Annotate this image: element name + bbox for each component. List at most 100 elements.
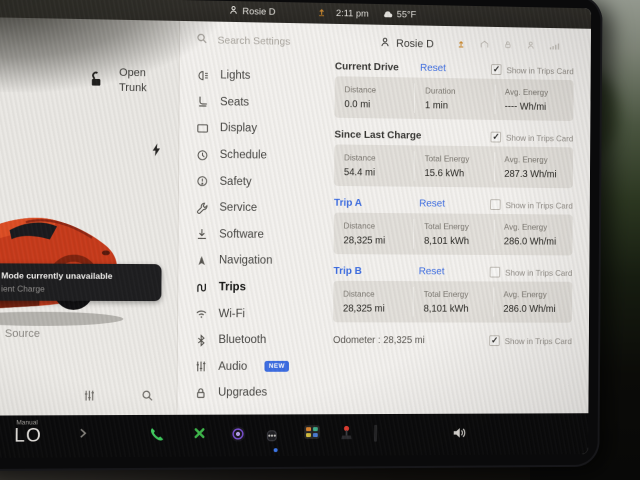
show-in-trips-checkbox[interactable] bbox=[490, 199, 501, 211]
lock-icon[interactable] bbox=[504, 37, 513, 55]
trip-b-link[interactable]: Trip B bbox=[333, 266, 418, 277]
tooltip-title: Mode currently unavailable bbox=[1, 270, 113, 281]
open-trunk-line1: Open bbox=[119, 66, 146, 80]
climate-temp-value: LO bbox=[14, 425, 42, 447]
sidebar-item-label: Software bbox=[219, 228, 264, 241]
software-update-icon[interactable] bbox=[317, 6, 327, 20]
reset-button[interactable]: Reset bbox=[419, 266, 445, 277]
download-icon bbox=[195, 228, 208, 241]
stat-label: Total Energy bbox=[424, 221, 469, 232]
toybox-app-icon[interactable] bbox=[304, 425, 320, 440]
sidebar-item-label: Upgrades bbox=[218, 387, 268, 400]
sidebar-item-software[interactable]: Software bbox=[179, 221, 327, 248]
show-in-trips-checkbox[interactable]: ✓ bbox=[489, 335, 500, 347]
trips-content: Rosie D Current Drive Reset ✓ Show in Tr… bbox=[325, 24, 591, 415]
alert-circle-icon bbox=[196, 175, 209, 188]
stat-value: 286.0 Wh/mi bbox=[503, 303, 556, 315]
stat-value: 0.0 mi bbox=[344, 99, 371, 111]
trip-b-section: Trip B Reset Show in Trips Card Distance… bbox=[333, 262, 572, 323]
reset-button[interactable]: Reset bbox=[420, 63, 446, 74]
outside-temperature: 55°F bbox=[396, 9, 417, 21]
media-equalizer-icon[interactable] bbox=[83, 389, 96, 407]
theater-app-icon[interactable] bbox=[374, 424, 378, 443]
trip-a-section: Trip A Reset Show in Trips Card Distance… bbox=[333, 194, 573, 256]
sidebar-item-lights[interactable]: Lights bbox=[180, 62, 327, 91]
settings-sidebar: Lights Seats Display Schedule Safety Ser… bbox=[177, 21, 327, 415]
current-drive-section: Current Drive Reset ✓ Show in Trips Card … bbox=[334, 57, 574, 122]
show-in-trips-label: Show in Trips Card bbox=[506, 132, 574, 143]
profile-icon bbox=[229, 5, 239, 18]
stat-value: 28,325 mi bbox=[342, 303, 385, 315]
green-x-app-icon[interactable] bbox=[192, 426, 207, 446]
sidebar-item-label: Navigation bbox=[218, 254, 273, 268]
sidebar-item-safety[interactable]: Safety bbox=[179, 168, 327, 196]
media-source-label[interactable]: Source bbox=[5, 328, 40, 340]
stats-card: Distance 28,325 mi Total Energy 8,101 kWh … bbox=[333, 280, 573, 323]
sidebar-item-schedule[interactable]: Schedule bbox=[179, 141, 326, 169]
mode-unavailable-tooltip: Mode currently unavailable ient Charge bbox=[0, 263, 162, 302]
stat-label: Distance bbox=[343, 220, 376, 231]
weather-cloud-icon bbox=[382, 9, 394, 21]
trip-a-link[interactable]: Trip A bbox=[334, 198, 419, 210]
chevron-right-icon[interactable] bbox=[77, 426, 89, 445]
stat-label: Avg. Energy bbox=[503, 289, 547, 300]
camera-app-icon[interactable] bbox=[230, 425, 247, 447]
route-icon bbox=[195, 281, 208, 294]
homelink-icon[interactable] bbox=[480, 36, 490, 54]
show-in-trips-checkbox[interactable]: ✓ bbox=[491, 64, 502, 76]
phone-app-icon[interactable] bbox=[148, 426, 165, 448]
lock-icon bbox=[194, 387, 207, 400]
media-search-icon[interactable] bbox=[141, 389, 154, 407]
unlocked-padlock-icon[interactable] bbox=[88, 71, 105, 93]
headlight-icon bbox=[197, 69, 210, 82]
sidebar-item-seats[interactable]: Seats bbox=[179, 88, 326, 117]
sidebar-item-display[interactable]: Display bbox=[179, 115, 326, 143]
vehicle-status-panel: Open Trunk Mode currently unavailable ie… bbox=[0, 17, 180, 416]
climate-temp-control[interactable]: Manual LO bbox=[14, 419, 42, 447]
sidebar-item-label: Schedule bbox=[219, 149, 267, 162]
profile-icon bbox=[380, 37, 391, 51]
tesla-center-display: Rosie D 2:11 pm 55°F Open Trunk Mode cur… bbox=[0, 0, 603, 472]
stat-label: Avg. Energy bbox=[504, 86, 549, 98]
wifi-icon bbox=[195, 307, 208, 320]
notification-dot bbox=[273, 448, 278, 453]
sidebar-item-trips[interactable]: Trips bbox=[178, 274, 326, 301]
sidebar-item-wifi[interactable]: Wi-Fi bbox=[178, 300, 326, 327]
sidebar-item-navigation[interactable]: Navigation bbox=[178, 247, 326, 274]
search-icon bbox=[196, 31, 208, 49]
charge-port-bolt-icon[interactable] bbox=[150, 142, 161, 162]
sidebar-item-service[interactable]: Service bbox=[179, 194, 327, 222]
driver-profile-status[interactable]: Rosie D bbox=[229, 5, 276, 19]
messages-app-icon[interactable]: ••• bbox=[266, 425, 278, 443]
sidebar-item-label: Bluetooth bbox=[218, 334, 267, 347]
open-trunk-button[interactable]: Open Trunk bbox=[119, 66, 147, 97]
stat-label: Distance bbox=[343, 288, 375, 299]
volume-icon[interactable] bbox=[451, 425, 466, 445]
sidebar-item-label: Display bbox=[219, 122, 258, 136]
navigation-arrow-icon bbox=[195, 254, 208, 267]
show-in-trips-checkbox[interactable]: ✓ bbox=[490, 131, 502, 143]
section-title: Since Last Charge bbox=[334, 129, 422, 142]
settings-search[interactable] bbox=[180, 26, 327, 56]
arcade-app-icon[interactable] bbox=[339, 425, 354, 446]
clock-icon bbox=[196, 148, 209, 161]
search-input[interactable] bbox=[215, 33, 326, 50]
active-profile[interactable]: Rosie D bbox=[380, 37, 434, 52]
reset-button[interactable]: Reset bbox=[419, 199, 445, 210]
sidebar-item-upgrades[interactable]: Upgrades bbox=[177, 380, 325, 407]
stats-card: Distance 0.0 mi Duration 1 min Avg. Energy… bbox=[334, 76, 574, 122]
stats-card: Distance 54.4 mi Total Energy 15.6 kWh Avg… bbox=[334, 144, 574, 189]
software-update-icon[interactable] bbox=[457, 36, 466, 54]
settings-panel: Lights Seats Display Schedule Safety Ser… bbox=[176, 20, 591, 415]
sidebar-item-bluetooth[interactable]: Bluetooth bbox=[178, 327, 326, 354]
stat-label: Avg. Energy bbox=[504, 154, 548, 165]
profile-name: Rosie D bbox=[242, 6, 276, 18]
stat-value: 15.6 kWh bbox=[424, 168, 465, 180]
wrench-icon bbox=[196, 201, 209, 215]
stat-value: 28,325 mi bbox=[343, 235, 386, 247]
sidebar-item-label: Service bbox=[219, 202, 258, 215]
valet-user-icon[interactable] bbox=[527, 37, 536, 55]
sidebar-item-audio[interactable]: Audio NEW bbox=[178, 353, 326, 380]
equalizer-icon bbox=[195, 360, 208, 373]
show-in-trips-checkbox[interactable] bbox=[489, 266, 501, 278]
